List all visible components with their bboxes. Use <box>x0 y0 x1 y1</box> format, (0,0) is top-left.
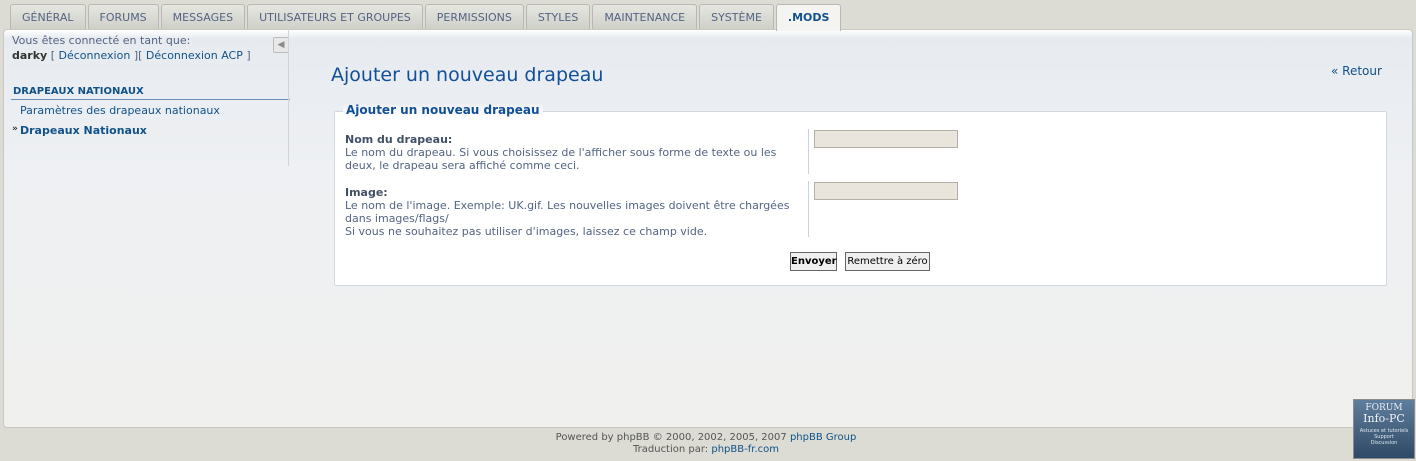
image-explain: Le nom de l'image. Exemple: UK.gif. Les … <box>345 199 790 225</box>
image-input[interactable] <box>814 182 958 200</box>
translation-text: Traduction par: <box>633 444 709 455</box>
username: darky <box>12 49 48 62</box>
footer-translation-line: Traduction par: phpBB-fr.com <box>0 444 1412 456</box>
field-separator <box>808 129 809 174</box>
submit-button[interactable]: Envoyer <box>790 252 837 271</box>
bracket-mid: ][ <box>130 49 146 62</box>
sidebar-item-label: Paramètres des drapeaux nationaux <box>20 104 220 117</box>
sidebar-divider <box>288 28 289 166</box>
bracket-close: ] <box>242 49 251 62</box>
page-title: Ajouter un nouveau drapeau <box>331 64 604 86</box>
image-field-description: Image: Le nom de l'image. Exemple: UK.gi… <box>345 186 805 238</box>
footer-powered-line: Powered by phpBB © 2000, 2002, 2005, 200… <box>0 432 1412 444</box>
arrow-left-icon: ◀ <box>277 40 285 50</box>
tab-users-groups[interactable]: UTILISATEURS ET GROUPES <box>247 4 423 30</box>
tab-forums[interactable]: FORUMS <box>87 4 159 30</box>
bracket-open: [ <box>50 49 59 62</box>
flag-name-input[interactable] <box>814 130 958 148</box>
tab-bar: GÉNÉRAL FORUMS MESSAGES UTILISATEURS ET … <box>10 4 843 31</box>
sidebar-item-national-flags[interactable]: » Drapeaux Nationaux <box>11 120 290 140</box>
collapse-sidebar-button[interactable]: ◀ <box>273 37 289 53</box>
tab-messages[interactable]: MESSAGES <box>160 4 246 30</box>
flag-name-label: Nom du drapeau: <box>345 133 453 146</box>
bullet-icon: » <box>12 124 18 134</box>
tab-maintenance[interactable]: MAINTENANCE <box>592 4 698 30</box>
sidebar: Vous êtes connecté en tant que: darky [ … <box>11 34 290 140</box>
tab-mods[interactable]: .MODS <box>775 4 842 31</box>
tab-styles[interactable]: STYLES <box>525 4 591 30</box>
badge-line-infopc: Info-PC <box>1363 412 1405 425</box>
image-explain-extra: Si vous ne souhaitez pas utiliser d'imag… <box>345 225 708 238</box>
badge-line-discussion: Discussion <box>1370 440 1398 446</box>
sidebar-item-flag-settings[interactable]: Paramètres des drapeaux nationaux <box>11 100 290 120</box>
phpbb-group-link[interactable]: phpBB Group <box>790 432 856 443</box>
flag-name-field-description: Nom du drapeau: Le nom du drapeau. Si vo… <box>345 133 805 172</box>
tab-general[interactable]: GÉNÉRAL <box>10 4 86 30</box>
sidebar-section-title: DRAPEAUX NATIONAUX <box>11 83 290 100</box>
back-link[interactable]: « Retour <box>1331 64 1382 78</box>
phpbb-fr-link[interactable]: phpBB-fr.com <box>711 444 779 455</box>
fieldset-legend: Ajouter un nouveau drapeau <box>343 103 543 117</box>
login-status-text: Vous êtes connecté en tant que: <box>12 34 191 47</box>
field-separator <box>808 181 809 237</box>
logout-acp-link[interactable]: Déconnexion ACP <box>146 49 243 62</box>
footer: Powered by phpBB © 2000, 2002, 2005, 200… <box>0 432 1412 456</box>
tab-system[interactable]: SYSTÈME <box>699 4 774 30</box>
forum-info-pc-badge[interactable]: FORUM Info-PC Astuces et tutoriels Suppo… <box>1353 399 1415 459</box>
image-label: Image: <box>345 186 388 199</box>
logout-link[interactable]: Déconnexion <box>59 49 131 62</box>
sidebar-item-label: Drapeaux Nationaux <box>20 124 147 137</box>
tab-permissions[interactable]: PERMISSIONS <box>424 4 524 30</box>
powered-text: Powered by phpBB © 2000, 2002, 2005, 200… <box>555 432 787 443</box>
flag-name-explain: Le nom du drapeau. Si vous choisissez de… <box>345 146 777 172</box>
login-user-line: darky [ Déconnexion ][ Déconnexion ACP ] <box>11 49 290 63</box>
reset-button[interactable]: Remettre à zéro <box>845 252 930 271</box>
